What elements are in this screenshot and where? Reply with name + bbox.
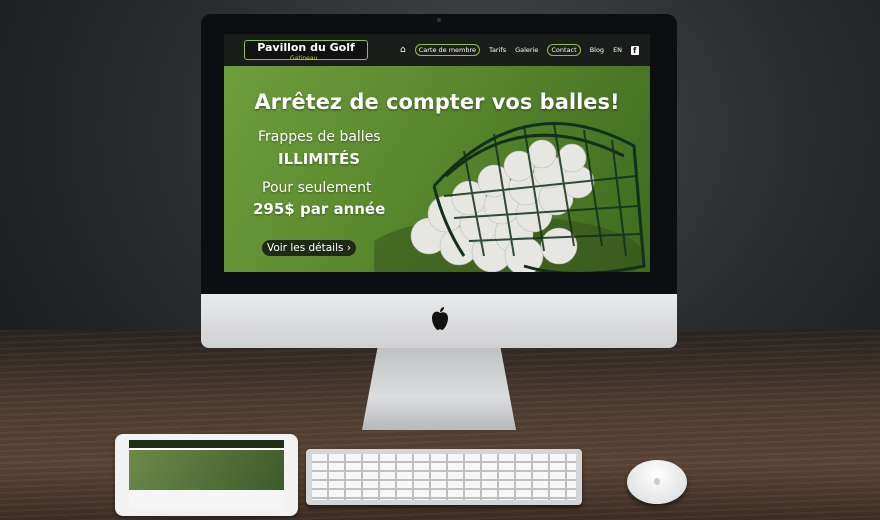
ipad-screen bbox=[129, 440, 284, 510]
keyboard-keys bbox=[312, 454, 576, 500]
facebook-icon[interactable]: f bbox=[631, 45, 639, 55]
apple-logo-icon bbox=[432, 307, 448, 330]
hero-title: Arrêtez de compter vos balles! bbox=[254, 90, 620, 114]
apple-logo-icon bbox=[654, 478, 660, 485]
imac-chin bbox=[201, 294, 677, 348]
magic-mouse bbox=[627, 460, 687, 504]
menu-item-tarifs[interactable]: Tarifs bbox=[489, 46, 506, 54]
hero-line-2: ILLIMITÉS bbox=[278, 150, 361, 168]
ipad-icon-strip bbox=[129, 490, 284, 510]
menu-item-blog[interactable]: Blog bbox=[590, 46, 604, 54]
details-button[interactable]: Voir les détails › bbox=[262, 240, 356, 256]
menu-item-contact[interactable]: Contact bbox=[547, 44, 581, 56]
ipad-hero-image bbox=[129, 450, 284, 490]
ipad-navbar bbox=[129, 440, 284, 448]
menu-item-language[interactable]: EN bbox=[613, 46, 622, 54]
website-screen: Pavillon du Golf Gatineau ⌂ Carte de mem… bbox=[224, 34, 650, 272]
site-navbar: Pavillon du Golf Gatineau ⌂ Carte de mem… bbox=[224, 34, 650, 66]
main-menu: ⌂ Carte de membre Tarifs Galerie Contact… bbox=[400, 44, 639, 56]
menu-item-carte-de-membre[interactable]: Carte de membre bbox=[414, 44, 481, 56]
keyboard bbox=[306, 449, 582, 505]
camera bbox=[437, 18, 441, 22]
hero-line-1: Frappes de balles bbox=[258, 129, 381, 145]
hero-line-3: Pour seulement bbox=[262, 180, 372, 196]
site-logo-subtext: Gatineau bbox=[290, 55, 318, 62]
menu-item-galerie[interactable]: Galerie bbox=[515, 46, 538, 54]
imac-stand bbox=[362, 348, 516, 430]
ipad bbox=[115, 434, 298, 516]
hero-line-4: 295$ par année bbox=[253, 200, 386, 218]
home-icon[interactable]: ⌂ bbox=[400, 46, 406, 55]
golf-basket-image bbox=[374, 122, 646, 272]
